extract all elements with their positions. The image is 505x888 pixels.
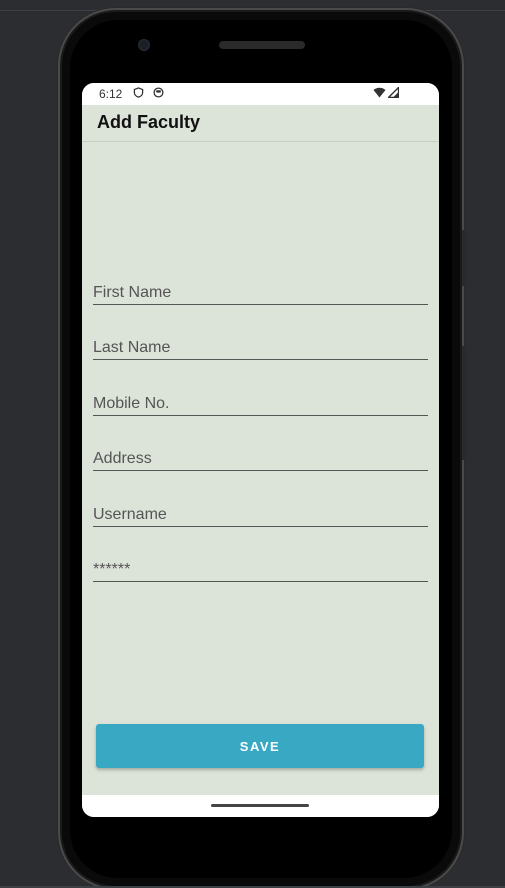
- address-input[interactable]: [93, 450, 428, 468]
- mobile-no-input[interactable]: [93, 395, 428, 413]
- save-button[interactable]: SAVE: [96, 724, 424, 768]
- home-gesture-handle[interactable]: [211, 804, 309, 807]
- signal-icon: [388, 87, 399, 98]
- navigation-bar: [82, 795, 439, 817]
- first-name-input[interactable]: [93, 284, 428, 302]
- password-input[interactable]: [93, 561, 428, 579]
- device-screen: 6:12 Add Faculty SAVE: [82, 83, 439, 817]
- app-bar: Add Faculty: [82, 105, 439, 142]
- status-bar: 6:12: [82, 83, 439, 105]
- camera-icon: [138, 39, 150, 51]
- privacy-icon: [153, 87, 164, 98]
- first-name-field: [93, 276, 428, 305]
- address-field: [93, 442, 428, 471]
- username-field: [93, 498, 428, 527]
- username-input[interactable]: [93, 506, 428, 524]
- window-top-edge: [0, 0, 505, 11]
- status-time: 6:12: [99, 87, 123, 101]
- password-field: [93, 553, 428, 582]
- shield-icon: [133, 87, 144, 98]
- last-name-field: [93, 331, 428, 360]
- last-name-input[interactable]: [93, 339, 428, 357]
- volume-button: [462, 346, 466, 460]
- power-button: [462, 230, 466, 286]
- speaker-grille: [219, 41, 305, 49]
- mobile-no-field: [93, 387, 428, 416]
- wifi-icon: [373, 87, 386, 98]
- page-title: Add Faculty: [97, 112, 201, 132]
